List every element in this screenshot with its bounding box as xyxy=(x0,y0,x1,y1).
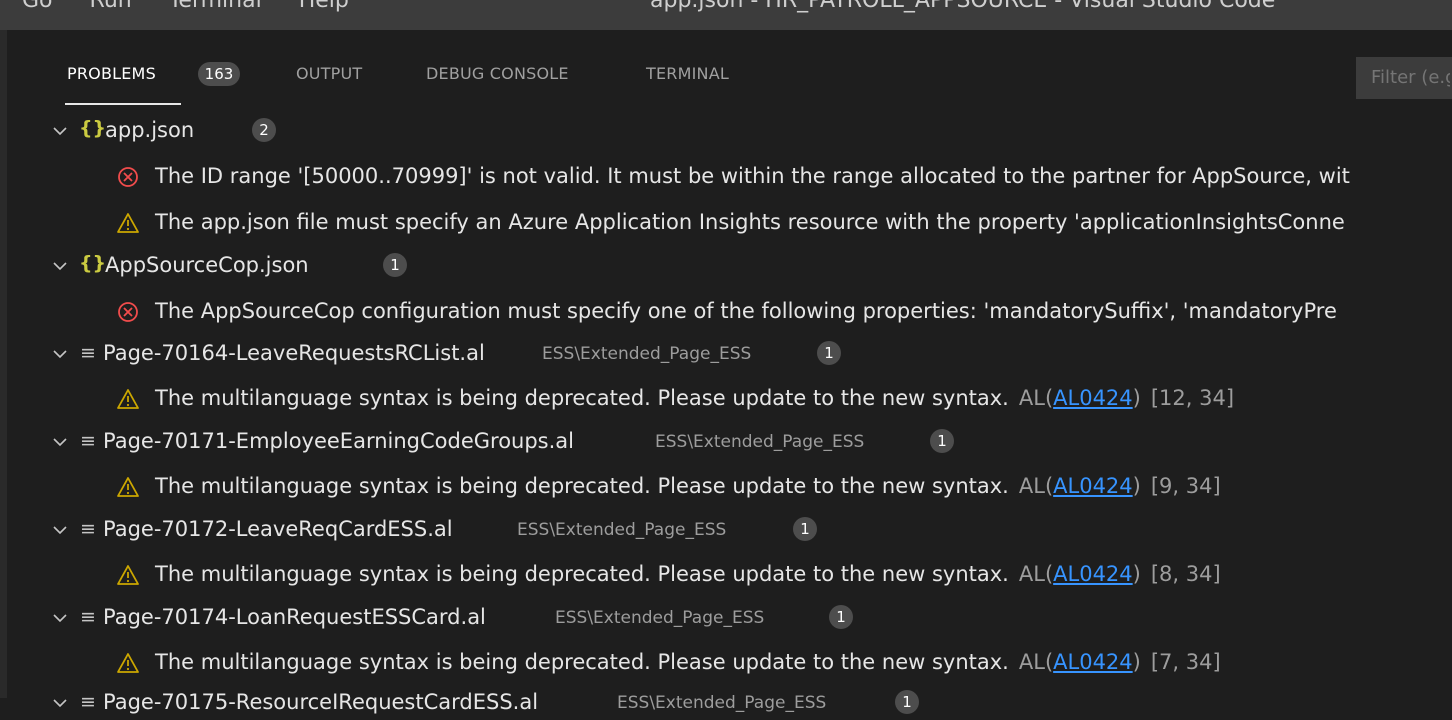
file-name: Page-70164-LeaveRequestsRCList.al xyxy=(103,341,485,365)
problem-message: The AppSourceCop configuration must spec… xyxy=(155,299,1337,323)
warning-icon xyxy=(117,477,139,497)
problem-count-badge: 1 xyxy=(383,253,407,277)
error-icon xyxy=(118,302,138,322)
problem-count-badge: 1 xyxy=(895,690,919,714)
problem-count-badge: 2 xyxy=(252,118,276,142)
problem-code-link[interactable]: AL0424 xyxy=(1053,650,1133,674)
problem-source: AL xyxy=(1018,474,1045,498)
chevron-down-icon[interactable] xyxy=(52,695,68,711)
chevron-down-icon[interactable] xyxy=(52,610,68,626)
menu-terminal[interactable]: Terminal xyxy=(169,0,262,13)
editor-edge xyxy=(0,30,7,698)
error-icon xyxy=(118,167,138,187)
menu-help[interactable]: Help xyxy=(299,0,349,13)
chevron-down-icon[interactable] xyxy=(52,258,68,274)
problem-item-row[interactable]: The ID range '[50000..70999]' is not val… xyxy=(7,160,1452,194)
problem-location: [9, 34] xyxy=(1150,474,1221,498)
menu-go[interactable]: Go xyxy=(22,0,53,13)
problem-item-row[interactable]: The multilanguage syntax is being deprec… xyxy=(7,558,1452,592)
file-path: ESS\Extended_Page_ESS xyxy=(517,520,727,540)
warning-icon xyxy=(117,653,139,673)
problems-panel: PROBLEMS 163 OUTPUT DEBUG CONSOLE TERMIN… xyxy=(7,30,1452,714)
problem-location: [12, 34] xyxy=(1150,386,1235,410)
file-name: Page-70175-ResourceIRequestCardESS.al xyxy=(103,690,539,714)
warning-icon xyxy=(117,213,139,233)
warning-icon xyxy=(117,565,139,585)
problem-message: The ID range '[50000..70999]' is not val… xyxy=(155,164,1350,188)
problem-count-badge: 1 xyxy=(930,429,954,453)
problem-group-row[interactable]: ≡ Page-70174-LoanRequestESSCard.al ESS\E… xyxy=(7,601,1452,635)
problem-source: AL xyxy=(1018,386,1045,410)
al-file-icon: ≡ xyxy=(80,518,96,540)
problem-count-badge: 1 xyxy=(793,517,817,541)
problems-tree: {} app.json 2 The ID range '[50000..7099… xyxy=(7,30,1452,714)
problem-group-row[interactable]: {} app.json 2 xyxy=(7,114,1452,148)
menu-bar: Go Run Terminal Help xyxy=(22,0,379,13)
problem-item-row[interactable]: The multilanguage syntax is being deprec… xyxy=(7,382,1452,416)
al-file-icon: ≡ xyxy=(80,430,96,452)
problem-code-link[interactable]: AL0424 xyxy=(1053,562,1133,586)
problem-code-link[interactable]: AL0424 xyxy=(1053,386,1133,410)
problem-message: The multilanguage syntax is being deprec… xyxy=(155,386,1235,410)
problem-count-badge: 1 xyxy=(829,605,853,629)
problem-group-row[interactable]: ≡ Page-70172-LeaveReqCardESS.al ESS\Exte… xyxy=(7,513,1452,547)
problem-location: [8, 34] xyxy=(1150,562,1221,586)
file-path: ESS\Extended_Page_ESS xyxy=(542,344,752,364)
warning-icon xyxy=(117,389,139,409)
problem-group-row[interactable]: ≡ Page-70164-LeaveRequestsRCList.al ESS\… xyxy=(7,337,1452,371)
file-path: ESS\Extended_Page_ESS xyxy=(555,608,765,628)
file-name: app.json xyxy=(105,118,195,142)
problem-item-row[interactable]: The app.json file must specify an Azure … xyxy=(7,206,1452,240)
al-file-icon: ≡ xyxy=(80,691,96,713)
problem-message: The multilanguage syntax is being deprec… xyxy=(155,474,1221,498)
problem-message: The multilanguage syntax is being deprec… xyxy=(155,562,1221,586)
problem-group-row[interactable]: {} AppSourceCop.json 1 xyxy=(7,249,1452,283)
chevron-down-icon[interactable] xyxy=(52,434,68,450)
file-name: Page-70172-LeaveReqCardESS.al xyxy=(103,517,453,541)
problem-source: AL xyxy=(1018,562,1045,586)
window-title: app.json - HR_PAYROLL_APPSOURCE - Visual… xyxy=(650,0,1276,13)
problem-code-link[interactable]: AL0424 xyxy=(1053,474,1133,498)
problem-item-row[interactable]: The multilanguage syntax is being deprec… xyxy=(7,470,1452,504)
menu-run[interactable]: Run xyxy=(90,0,132,13)
chevron-down-icon[interactable] xyxy=(52,346,68,362)
file-path: ESS\Extended_Page_ESS xyxy=(655,432,865,452)
problem-location: [7, 34] xyxy=(1150,650,1221,674)
json-braces-icon: {} xyxy=(79,117,107,139)
problem-message: The app.json file must specify an Azure … xyxy=(155,210,1345,234)
chevron-down-icon[interactable] xyxy=(52,522,68,538)
file-name: AppSourceCop.json xyxy=(105,253,309,277)
problem-source: AL xyxy=(1018,650,1045,674)
al-file-icon: ≡ xyxy=(80,342,96,364)
problem-message: The multilanguage syntax is being deprec… xyxy=(155,650,1221,674)
al-file-icon: ≡ xyxy=(80,606,96,628)
title-bar: Go Run Terminal Help app.json - HR_PAYRO… xyxy=(0,0,1452,30)
json-braces-icon: {} xyxy=(79,252,107,274)
problem-group-row[interactable]: ≡ Page-70175-ResourceIRequestCardESS.al … xyxy=(7,686,1452,720)
file-path: ESS\Extended_Page_ESS xyxy=(617,693,827,713)
problem-count-badge: 1 xyxy=(817,341,841,365)
problem-item-row[interactable]: The multilanguage syntax is being deprec… xyxy=(7,646,1452,680)
chevron-down-icon[interactable] xyxy=(52,123,68,139)
problem-group-row[interactable]: ≡ Page-70171-EmployeeEarningCodeGroups.a… xyxy=(7,425,1452,459)
file-name: Page-70171-EmployeeEarningCodeGroups.al xyxy=(103,429,575,453)
file-name: Page-70174-LoanRequestESSCard.al xyxy=(103,605,486,629)
problem-item-row[interactable]: The AppSourceCop configuration must spec… xyxy=(7,295,1452,329)
